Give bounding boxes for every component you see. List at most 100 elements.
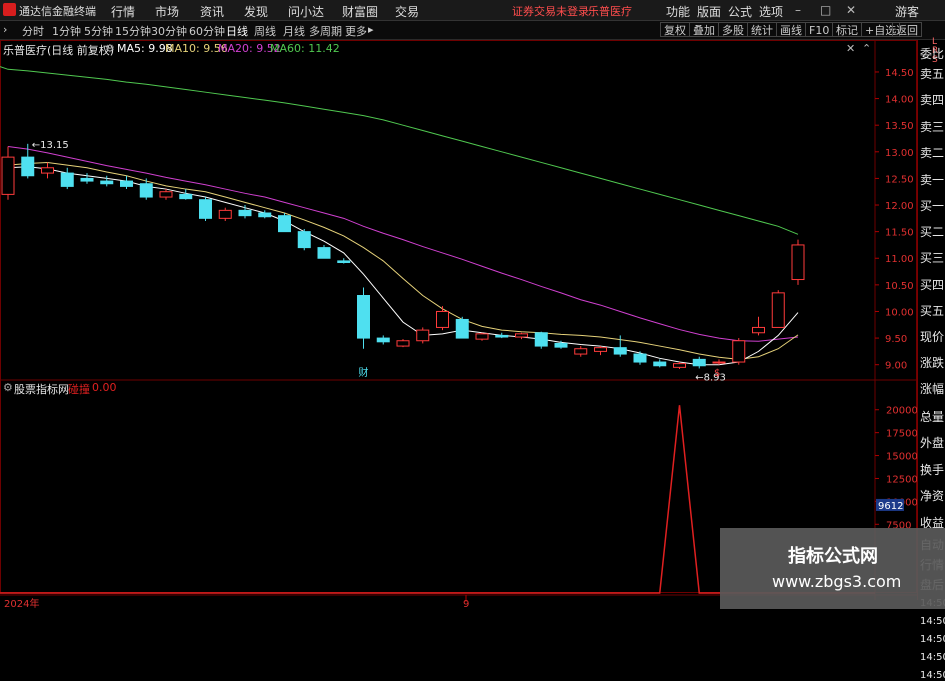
price-tick-label-7: 11.00 [885,254,914,265]
candle-body-31 [613,347,627,355]
menu-discover[interactable]: 发现 [244,3,268,20]
candle-body-28 [554,342,568,348]
side-item-5: 卖一 [920,173,945,187]
period-tab-30min[interactable]: 30分钟 [151,23,187,39]
side-item-12: 涨跌 [920,356,945,370]
candle-body-26 [515,333,528,338]
statistics-button[interactable]: 统计 [747,22,777,37]
app-title: 通达信金融终端 [19,5,96,18]
indicator-current-value: 9612 [878,501,903,512]
period-tab-multi[interactable]: 多周期 [309,23,342,39]
menu-functions[interactable]: 功能 [666,3,690,20]
app-logo-icon [3,3,16,16]
price-tick-label-4: 12.50 [885,174,914,185]
period-tab-timeshare[interactable]: 分时 [22,23,44,39]
indicator-name[interactable]: 股票指标网 [14,381,69,397]
candle-body-29 [574,348,588,355]
login-alert[interactable]: 证券交易未登录 [512,3,589,19]
period-tab-daily[interactable]: 日线 [226,23,248,39]
adjust-button[interactable]: 复权 [660,22,690,37]
period-tab-weekly[interactable]: 周线 [254,23,276,39]
candle-body-10 [199,199,212,219]
candle-body-15 [297,231,311,249]
side-time-23: 14:50 [920,616,945,627]
candle-body-30 [594,347,607,352]
candle-body-14 [278,215,291,233]
price-tick-label-3: 13.00 [885,148,914,159]
candle-body-6 [120,180,133,187]
candle-body-23 [455,318,469,339]
period-tab-60min[interactable]: 60分钟 [189,23,225,39]
price-tick-label-2: 13.50 [885,121,914,132]
side-time-26: 14:50 [920,670,945,681]
candle-body-16 [317,247,331,259]
price-tick-label-1: 14.00 [885,95,914,106]
ma60-label: MA60: 11.42 [270,42,340,55]
period-tab-15min[interactable]: 15分钟 [115,23,151,39]
back-button[interactable]: 返回 [892,22,922,37]
side-quote-panel: L R S 委比 卖五 卖四 卖三 卖二 卖一 买一 买二 买三 买四 买五 现价 涨跌 涨幅 总量 外盘 换手… [917,38,945,681]
candle-body-0 [1,156,15,195]
price-tick-label-8: 10.50 [885,281,914,292]
period-expand-icon[interactable]: › [3,23,7,36]
guest-label[interactable]: 游客 [895,3,919,20]
menu-ask[interactable]: 问小达 [288,3,324,20]
chart-info-line: 乐普医疗(日线 前复权) ⚙ MA5: 9.98 MA10: 9.56 MA20… [0,40,875,57]
current-stock-name: 乐普医疗 [588,5,632,18]
candle-body-11 [218,209,232,219]
minimize-icon[interactable]: – [795,3,801,17]
close-icon[interactable]: ✕ [846,3,856,17]
time-axis-label-1: 9 [463,599,469,609]
side-item-9: 买四 [920,278,945,292]
period-tab-5min[interactable]: 5分钟 [84,23,113,39]
more-arrow-icon[interactable]: ▸ [368,23,374,36]
candle-body-19 [376,337,390,343]
menu-options[interactable]: 选项 [759,3,783,20]
watermark-url: www.zbgs3.com [772,572,902,591]
indicator-tick-label-3: 12500 [886,474,917,485]
side-item-6: 买一 [920,199,945,213]
settings-icon[interactable]: ⚙ [105,42,115,55]
side-item-10: 买五 [920,304,945,318]
candle-body-18 [357,295,370,339]
side-item-0: 委比 [920,47,945,61]
side-item-8: 买三 [920,251,945,265]
side-time-25: 14:50 [920,652,945,663]
menu-formula[interactable]: 公式 [728,3,752,20]
menu-layout[interactable]: 版面 [697,3,721,20]
candle-body-32 [633,353,647,363]
side-item-16: 换手 [920,463,945,477]
period-tab-more[interactable]: 更多 [345,23,367,39]
candle-body-1 [21,156,35,177]
menu-wealth[interactable]: 财富圈 [342,3,378,20]
site-watermark: 指标公式网 www.zbgs3.com [720,528,945,609]
period-tab-1min[interactable]: 1分钟 [52,23,81,39]
event-marker-1: $ [714,368,720,379]
side-item-1: 卖五 [920,67,945,81]
multi-stock-button[interactable]: 多股 [718,22,748,37]
kline-chart[interactable]: 14.50 14.00 13.50 13.00 12.50 12.00 11.50 11.00… [0,40,917,609]
price-tick-label-5: 12.00 [885,201,914,212]
side-item-17: 净资 [920,489,945,503]
period-tab-monthly[interactable]: 月线 [283,23,305,39]
draw-line-button[interactable]: 画线 [776,22,806,37]
menu-market[interactable]: 市场 [155,3,179,20]
collapse-icon[interactable]: ⌃ [862,42,871,55]
event-marker-0: 财 [359,366,369,379]
menu-quotes[interactable]: 行情 [111,3,135,20]
indicator-tick-label-2: 15000 [886,452,917,463]
maximize-icon[interactable]: □ [820,3,831,17]
candle-body-13 [258,212,272,218]
close-chart-icon[interactable]: ✕ [846,42,855,55]
period-toolbar: › 分时 1分钟 5分钟 15分钟 30分钟 60分钟 日线 周线 月线 多周期… [0,21,945,40]
price-tick-label-9: 10.00 [885,307,914,318]
candle-body-2 [41,167,54,174]
menu-trade[interactable]: 交易 [395,3,419,20]
candle-body-37 [732,340,746,363]
mark-button[interactable]: 标记 [832,22,862,37]
overlay-button[interactable]: 叠加 [689,22,719,37]
indicator-settings-icon[interactable]: ⚙ [3,381,13,394]
candle-body-7 [139,183,153,198]
menu-news[interactable]: 资讯 [200,3,224,20]
f10-button[interactable]: F10 [805,22,834,37]
